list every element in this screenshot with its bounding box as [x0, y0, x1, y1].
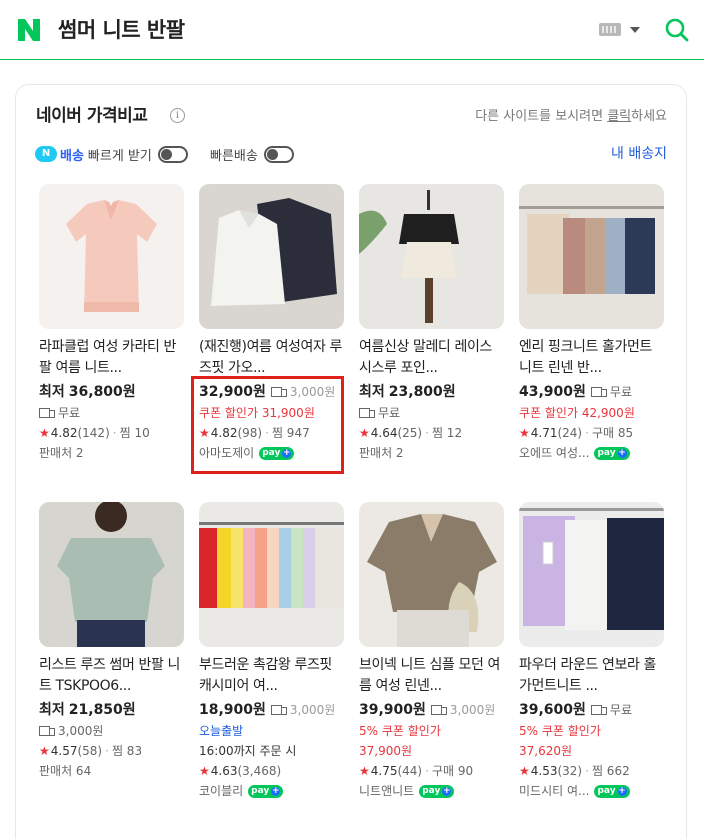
highlight-box [191, 376, 344, 474]
truck-icon [590, 705, 607, 715]
product-card[interactable]: 여름신상 말레디 레이스 시스루 포인... 최저 23,800원 무료 ★ 4.6… [359, 184, 504, 463]
seller-row[interactable]: 판매처 2 [39, 443, 184, 463]
product-name[interactable]: 리스트 루즈 썸머 반팔 니트 TSKPOO6... [39, 655, 184, 697]
truck-icon [359, 408, 375, 418]
rating-row: ★ 4.75 (44) · 구매 90 [359, 761, 504, 781]
rating-row: ★ 4.53 (32) · 찜 662 [519, 761, 664, 781]
product-name[interactable]: 라파클럽 여성 카라티 반팔 여름 니트... [39, 337, 184, 379]
truck-icon [39, 408, 55, 418]
price-row: 최저 23,800원 [359, 384, 456, 400]
coupon-label: 5% 쿠폰 할인가 [359, 724, 441, 738]
coupon-price: 37,620원 [519, 744, 573, 758]
today-shipping-note: 16:00까지 주문 시 [199, 744, 297, 758]
seller-row[interactable]: 오에뜨 여성... pay [519, 443, 664, 463]
other-sites-link[interactable]: 클릭 [607, 109, 631, 124]
seller-row[interactable]: 미드시티 여... pay [519, 781, 664, 801]
seller-row[interactable]: 니트앤니트 pay [359, 781, 504, 801]
product-card[interactable]: 엔리 핑크니트 홀가먼트니트 린넨 반... 43,900원 무료 쿠폰 할인가 … [519, 184, 664, 463]
product-image[interactable] [39, 502, 184, 647]
rating-row: ★ 4.63 (3,468) [199, 761, 344, 781]
product-image[interactable] [199, 502, 344, 647]
star-icon: ★ [519, 426, 530, 440]
npay-badge: pay [594, 446, 630, 460]
section-title: 네이버 가격비교 [36, 106, 148, 126]
seller-row[interactable]: 판매처 64 [39, 761, 184, 781]
shipping-row: 무료 [359, 403, 504, 423]
npay-fast-filter[interactable]: N 배송 빠르게 받기 [35, 145, 188, 164]
star-icon: ★ [199, 764, 210, 778]
naver-logo-icon[interactable] [16, 17, 42, 43]
product-name[interactable]: (재진행)여름 여성여자 루즈핏 가오... [199, 337, 344, 379]
truck-icon [590, 387, 607, 397]
chevron-down-icon[interactable] [630, 27, 640, 33]
shipping-row: 무료 [39, 403, 184, 423]
shipping-row: 3,000원 [39, 721, 184, 741]
search-header: 썸머 니트 반팔 [0, 0, 704, 60]
price-row: 39,600원 무료 [519, 702, 632, 718]
npay-badge: pay [594, 784, 630, 798]
rating-row: ★ 4.64 (25) · 찜 12 [359, 423, 504, 443]
product-card[interactable]: 파우더 라운드 연보라 홀가먼트니트 ... 39,600원 무료 5% 쿠폰 할… [519, 502, 664, 801]
price-row: 최저 21,850원 [39, 702, 136, 718]
product-card[interactable]: 브이넥 니트 심플 모던 여름 여성 린넨... 39,900원 3,000원 5… [359, 502, 504, 801]
npay-badge: pay [419, 784, 455, 798]
product-image[interactable] [519, 502, 664, 647]
product-card[interactable]: 부드러운 촉감왕 루즈핏 캐시미어 여... 18,900원 3,000원 오늘출… [199, 502, 344, 801]
star-icon: ★ [359, 764, 370, 778]
truck-icon [430, 705, 447, 715]
star-icon: ★ [39, 426, 50, 440]
product-image[interactable] [199, 184, 344, 329]
product-image[interactable] [519, 184, 664, 329]
product-name[interactable]: 부드러운 촉감왕 루즈핏 캐시미어 여... [199, 655, 344, 697]
star-icon: ★ [359, 426, 370, 440]
price-row: 39,900원 3,000원 [359, 702, 496, 718]
product-name[interactable]: 파우더 라운드 연보라 홀가먼트니트 ... [519, 655, 664, 697]
truck-icon [39, 726, 55, 736]
rating-row: ★ 4.71 (24) · 구매 85 [519, 423, 664, 443]
seller-row[interactable]: 코이블리 pay [199, 781, 344, 801]
coupon-label: 5% 쿠폰 할인가 [519, 724, 601, 738]
fast-shipping-toggle[interactable] [263, 145, 294, 163]
truck-icon [270, 705, 287, 715]
fast-receive-toggle[interactable] [157, 145, 188, 163]
info-icon[interactable]: i [170, 108, 185, 123]
product-image[interactable] [359, 502, 504, 647]
price-row: 18,900원 3,000원 [199, 702, 336, 718]
npay-delivery-icon: N [35, 146, 57, 162]
coupon-price: 쿠폰 할인가 42,900원 [519, 406, 635, 420]
search-query-text[interactable]: 썸머 니트 반팔 [58, 16, 185, 44]
my-address-link[interactable]: 내 배송지 [611, 145, 667, 163]
star-icon: ★ [519, 764, 530, 778]
today-shipping: 오늘출발 [199, 724, 244, 738]
search-icon[interactable] [664, 17, 690, 43]
keyboard-icon[interactable] [599, 23, 621, 36]
price-row: 43,900원 무료 [519, 384, 632, 400]
product-image[interactable] [359, 184, 504, 329]
star-icon: ★ [39, 744, 50, 758]
price-row: 최저 36,800원 [39, 384, 136, 400]
rating-row: ★ 4.82 (142) · 찜 10 [39, 423, 184, 443]
product-name[interactable]: 브이넥 니트 심플 모던 여름 여성 린넨... [359, 655, 504, 697]
product-name[interactable]: 엔리 핑크니트 홀가먼트니트 린넨 반... [519, 337, 664, 379]
product-card[interactable]: 리스트 루즈 썸머 반팔 니트 TSKPOO6... 최저 21,850원 3,0… [39, 502, 184, 781]
product-card[interactable]: 라파클럽 여성 카라티 반팔 여름 니트... 최저 36,800원 무료 ★ 4.… [39, 184, 184, 463]
product-image[interactable] [39, 184, 184, 329]
npay-badge: pay [248, 784, 284, 798]
product-name[interactable]: 여름신상 말레디 레이스 시스루 포인... [359, 337, 504, 379]
seller-row[interactable]: 판매처 2 [359, 443, 504, 463]
coupon-price: 37,900원 [359, 744, 413, 758]
fast-shipping-filter[interactable]: 빠른배송 [210, 145, 294, 164]
other-sites-note: 다른 사이트를 보시려면 클릭하세요 [475, 109, 667, 124]
rating-row: ★ 4.57 (58) · 찜 83 [39, 741, 184, 761]
